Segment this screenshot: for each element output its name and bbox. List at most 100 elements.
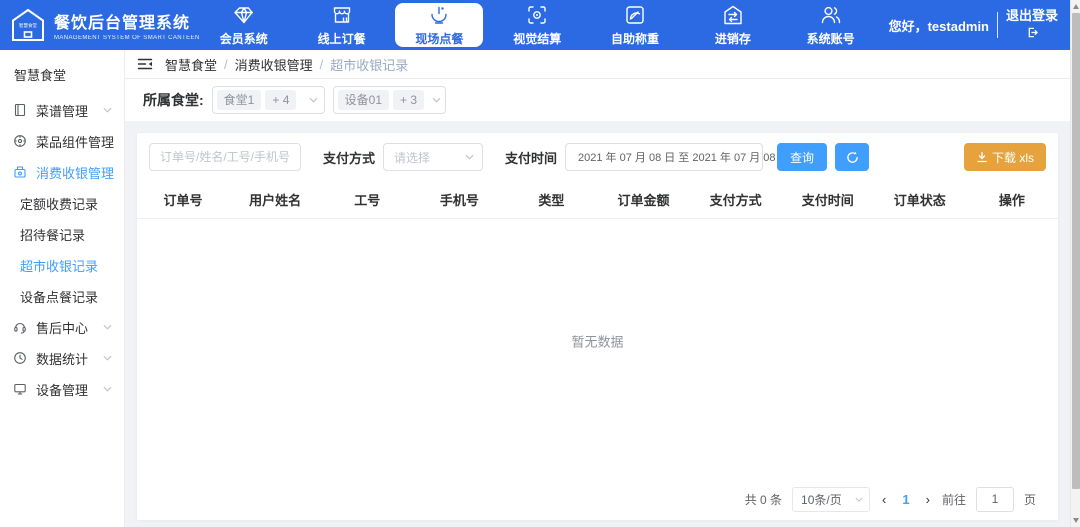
vertical-scrollbar[interactable] (1070, 0, 1080, 527)
download-xls-button[interactable]: 下载 xls (964, 143, 1046, 171)
storefront-icon (331, 4, 353, 26)
pay-time-range-input[interactable]: 2021 年 07 月 08 日 至 2021 年 07 月 08 日 (565, 143, 763, 171)
pay-time-label: 支付时间 (505, 148, 557, 167)
chevron-down-icon (103, 324, 112, 330)
gem-icon (233, 4, 255, 26)
breadcrumb-separator: / (224, 57, 228, 72)
sidebar-item-supermarket-cashier-records[interactable]: 超市收银记录 (0, 250, 124, 280)
breadcrumb-current: 超市收银记录 (330, 55, 408, 74)
top-nav: 会员系统 线上订餐 现场点餐 视觉结算 自助称重 (186, 0, 889, 50)
records-panel: 支付方式 请选择 支付时间 2021 年 07 月 08 日 至 2021 年 … (137, 133, 1058, 520)
page-unit-label: 页 (1024, 491, 1036, 508)
svg-text:智慧食堂: 智慧食堂 (19, 22, 37, 29)
chevron-up-icon (103, 169, 112, 175)
column-header: 操作 (966, 190, 1058, 209)
goto-label: 前往 (942, 491, 966, 508)
scroll-up-arrow-icon[interactable] (1073, 4, 1079, 9)
scrollbar-thumb[interactable] (1072, 13, 1080, 489)
column-header: 订单号 (137, 190, 229, 209)
date-range-value: 2021 年 07 月 08 日 至 2021 年 07 月 08 日 (578, 149, 790, 165)
sidebar-item-device-management[interactable]: 设备管理 (0, 374, 124, 404)
chevron-down-icon (103, 107, 112, 113)
sidebar-item-consumption-cashier[interactable]: 消费收银管理 (0, 157, 124, 187)
scan-eye-icon (526, 4, 548, 26)
column-header: 手机号 (413, 190, 505, 209)
nav-self-weighing[interactable]: 自助称重 (591, 0, 679, 50)
logout-button[interactable]: 退出登录 (1006, 8, 1058, 42)
components-icon (13, 134, 27, 148)
pagination-bar: 共 0 条 10条/页 ‹ 1 › 前往 页 (137, 478, 1058, 520)
nav-onsite-ordering[interactable]: 现场点餐 (395, 3, 483, 47)
app-title: 餐饮后台管理系统 (54, 9, 200, 33)
nav-online-ordering[interactable]: 线上订餐 (298, 0, 386, 50)
chevron-down-icon (432, 97, 441, 103)
breadcrumb: 智慧食堂 / 消费收银管理 / 超市收银记录 (165, 55, 408, 74)
canteen-logo-icon: 智慧食堂 (10, 7, 46, 43)
current-page[interactable]: 1 (898, 492, 913, 507)
chevron-down-icon (309, 97, 318, 103)
goto-page-input[interactable] (976, 487, 1014, 512)
chevron-down-icon (465, 154, 474, 160)
main-content: 智慧食堂 / 消费收银管理 / 超市收银记录 所属食堂: 食堂1 + 4 设备0… (125, 50, 1070, 527)
column-header: 支付方式 (690, 190, 782, 209)
breadcrumb-item[interactable]: 消费收银管理 (235, 55, 313, 74)
page-size-select[interactable]: 10条/页 (792, 487, 870, 512)
collapse-menu-icon[interactable] (137, 57, 153, 71)
scale-icon (624, 4, 646, 26)
device-tag: 设备01 (338, 90, 389, 110)
pay-method-label: 支付方式 (323, 148, 375, 167)
next-page-button[interactable]: › (924, 492, 932, 507)
cash-register-icon (13, 165, 27, 179)
table-header-row: 订单号 用户姓名 工号 手机号 类型 订单金额 支付方式 支付时间 订单状态 操… (137, 181, 1058, 219)
nav-inventory[interactable]: 进销存 (689, 0, 777, 50)
stats-icon (13, 351, 27, 365)
divider (997, 12, 998, 38)
total-count: 共 0 条 (745, 491, 782, 508)
breadcrumb-item[interactable]: 智慧食堂 (165, 55, 217, 74)
app-subtitle: MANAGEMENT SYSTEM OF SMART CANTEEN (54, 35, 200, 41)
column-header: 用户姓名 (229, 190, 321, 209)
sidebar-item-menu-management[interactable]: 菜谱管理 (0, 95, 124, 125)
canteen-select[interactable]: 食堂1 + 4 (212, 86, 325, 114)
chevron-down-icon (855, 497, 863, 502)
sidebar-item-hospitality-meal-records[interactable]: 招待餐记录 (0, 219, 124, 249)
sidebar-item-data-statistics[interactable]: 数据统计 (0, 343, 124, 373)
column-header: 支付时间 (782, 190, 874, 209)
chevron-down-icon (103, 138, 112, 144)
menu-book-icon (13, 103, 27, 117)
refresh-button[interactable] (835, 143, 869, 171)
refresh-icon (846, 151, 859, 164)
sidebar-item-fixed-fee-records[interactable]: 定额收费记录 (0, 188, 124, 218)
column-header: 类型 (505, 190, 597, 209)
sidebar-item-device-order-records[interactable]: 设备点餐记录 (0, 281, 124, 311)
scroll-down-arrow-icon[interactable] (1073, 518, 1079, 523)
user-area: 您好，testadmin 退出登录 (889, 8, 1070, 42)
column-header: 工号 (321, 190, 413, 209)
app-logo: 智慧食堂 餐饮后台管理系统 MANAGEMENT SYSTEM OF SMART… (0, 7, 186, 43)
search-button[interactable]: 查询 (777, 143, 827, 171)
keyword-search-input[interactable] (149, 143, 301, 171)
device-more-tag: + 3 (393, 90, 424, 110)
canteen-more-tag: + 4 (265, 90, 296, 110)
prev-page-button[interactable]: ‹ (880, 492, 888, 507)
nav-visual-checkout[interactable]: 视觉结算 (493, 0, 581, 50)
device-select[interactable]: 设备01 + 3 (333, 86, 446, 114)
top-bar: 智慧食堂 餐饮后台管理系统 MANAGEMENT SYSTEM OF SMART… (0, 0, 1070, 50)
breadcrumb-bar: 智慧食堂 / 消费收银管理 / 超市收银记录 (125, 50, 1070, 79)
inventory-icon (722, 4, 744, 26)
breadcrumb-separator: / (320, 57, 324, 72)
table-body: 暂无数据 (137, 219, 1058, 478)
canteen-tag: 食堂1 (217, 90, 262, 110)
canteen-filter-bar: 所属食堂: 食堂1 + 4 设备01 + 3 (125, 79, 1070, 121)
nav-member-system[interactable]: 会员系统 (200, 0, 288, 50)
headset-icon (13, 320, 27, 334)
canteen-filter-label: 所属食堂: (143, 90, 204, 110)
column-header: 订单金额 (597, 190, 689, 209)
logout-icon (1027, 27, 1038, 38)
sidebar-item-after-sales-center[interactable]: 售后中心 (0, 312, 124, 342)
empty-state-text: 暂无数据 (571, 331, 623, 350)
pay-method-select[interactable]: 请选择 (383, 143, 483, 171)
column-header: 订单状态 (874, 190, 966, 209)
sidebar-item-dish-components[interactable]: 菜品组件管理 (0, 126, 124, 156)
nav-system-accounts[interactable]: 系统账号 (787, 0, 875, 50)
